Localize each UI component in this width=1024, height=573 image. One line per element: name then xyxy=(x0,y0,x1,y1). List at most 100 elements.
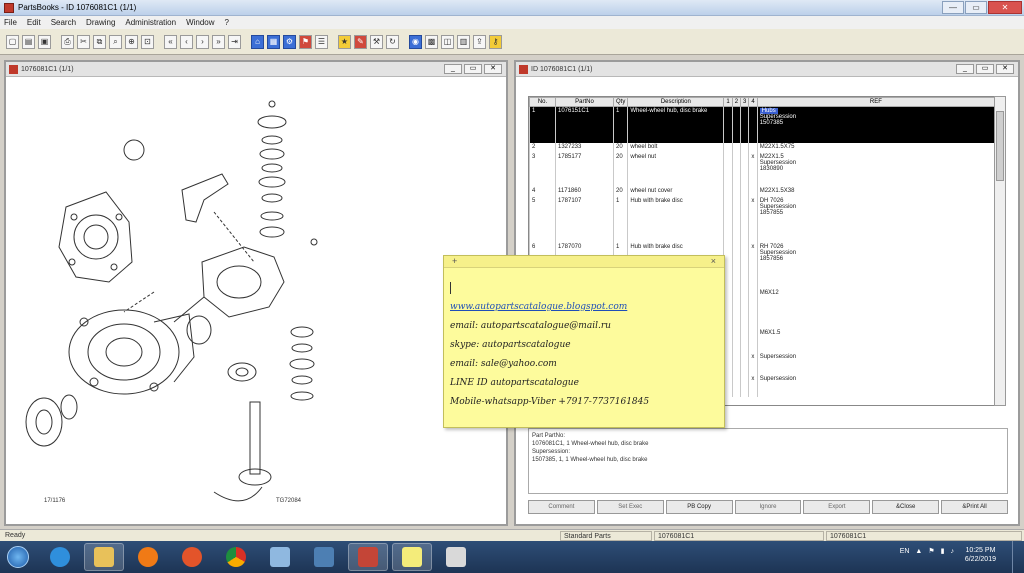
pb-copy-button[interactable]: PB Copy xyxy=(665,500,733,514)
pane-minimize-button[interactable]: _ xyxy=(444,64,462,74)
table-scrollbar[interactable] xyxy=(994,96,1006,406)
new-icon[interactable]: ▢ xyxy=(6,34,19,49)
cut-icon[interactable]: ✂ xyxy=(77,34,90,49)
col-qty[interactable]: Qty xyxy=(612,97,629,107)
pane-close-button[interactable]: ✕ xyxy=(484,64,502,74)
copy-icon[interactable]: ⧉ xyxy=(93,34,106,49)
print-icon[interactable]: ⎙ xyxy=(61,34,74,49)
window-icon[interactable]: ▥ xyxy=(457,34,470,49)
show-desktop-button[interactable] xyxy=(1012,541,1024,573)
maximize-button[interactable]: ▭ xyxy=(965,1,987,14)
scrollbar-thumb[interactable] xyxy=(996,111,1004,181)
last-icon[interactable]: » xyxy=(212,34,225,49)
taskbar-ie[interactable] xyxy=(40,543,80,571)
col-partno[interactable]: PartNo xyxy=(555,97,614,107)
key-icon[interactable]: ⚷ xyxy=(489,34,502,49)
prev-icon[interactable]: ‹ xyxy=(180,34,193,49)
ignore-button[interactable]: Ignore xyxy=(734,500,802,514)
flag-icon[interactable]: ⚑ xyxy=(299,34,312,49)
zoom-icon[interactable]: ⊕ xyxy=(125,34,138,49)
taskbar-firefox[interactable] xyxy=(172,543,212,571)
set-exec-button[interactable]: Set Exec xyxy=(596,500,664,514)
col-2[interactable]: 2 xyxy=(731,97,742,107)
taskbar-app[interactable] xyxy=(304,543,344,571)
pane-close-button[interactable]: ✕ xyxy=(996,64,1014,74)
next-icon[interactable]: › xyxy=(196,34,209,49)
taskbar-sticky-notes[interactable] xyxy=(392,543,432,571)
taskbar-explorer[interactable] xyxy=(84,543,124,571)
flag-tray-icon[interactable]: ⚑ xyxy=(928,547,934,555)
globe-icon[interactable]: ◉ xyxy=(409,34,422,49)
open-icon[interactable]: ▤ xyxy=(22,34,35,49)
close-button[interactable]: ✕ xyxy=(988,1,1022,14)
drawing-pane-header: 1076081C1 (1/1) _ ▭ ✕ xyxy=(6,62,506,77)
table-row[interactable]: 1 1076151C1 1 Wheel-wheel hub, disc brak… xyxy=(529,106,995,143)
volume-icon[interactable]: ♪ xyxy=(951,548,955,555)
col-1[interactable]: 1 xyxy=(723,97,733,107)
menu-window[interactable]: Window xyxy=(186,18,214,27)
cell-qty: 1 xyxy=(612,196,629,243)
language-indicator[interactable]: EN xyxy=(900,548,910,555)
menu-search[interactable]: Search xyxy=(51,18,76,27)
menu-file[interactable]: File xyxy=(4,18,17,27)
refresh-icon[interactable]: ↻ xyxy=(386,34,399,49)
col-ref[interactable]: REF xyxy=(756,97,995,107)
menu-bar: File Edit Search Drawing Administration … xyxy=(0,16,1024,29)
settings-icon[interactable]: ⚙ xyxy=(283,34,296,49)
clock[interactable]: 10:25 PM 6/22/2019 xyxy=(965,546,996,564)
col-3[interactable]: 3 xyxy=(740,97,750,107)
search-icon[interactable]: ⌕ xyxy=(109,34,122,49)
table-row[interactable]: 2 1327233 20 wheel bolt M22X1.5X75 xyxy=(529,142,995,153)
menu-edit[interactable]: Edit xyxy=(27,18,41,27)
minimize-button[interactable]: — xyxy=(942,1,964,14)
windows-logo-icon xyxy=(7,546,29,568)
taskbar-media[interactable] xyxy=(128,543,168,571)
taskbar-chrome[interactable] xyxy=(216,543,256,571)
close-list-button[interactable]: &Close xyxy=(872,500,940,514)
start-button[interactable] xyxy=(0,542,36,572)
pane-minimize-button[interactable]: _ xyxy=(956,64,974,74)
sticky-note-body[interactable]: www.autopartscatalogue.blogspot.com emai… xyxy=(444,268,724,416)
print-all-button[interactable]: &Print All xyxy=(941,500,1009,514)
system-tray: EN ▲ ⚑ ▮ ♪ xyxy=(900,547,955,556)
col-description[interactable]: Description xyxy=(627,97,725,107)
save-icon[interactable]: ▣ xyxy=(38,34,51,49)
bookmark-icon[interactable]: ★ xyxy=(338,34,351,49)
table-row[interactable]: 4 1171860 20 wheel nut cover M22X1.5X38 xyxy=(529,186,995,197)
table-row[interactable]: 5 1787107 1 Hub with brake disc x DH 702… xyxy=(529,196,995,243)
catalog-icon[interactable]: ▦ xyxy=(267,34,280,49)
menu-administration[interactable]: Administration xyxy=(125,18,176,27)
grid-icon[interactable]: ▩ xyxy=(425,34,438,49)
taskbar-tools[interactable] xyxy=(436,543,476,571)
table-row[interactable]: 3 1785177 20 wheel nut x M22X1.5 Superses… xyxy=(529,152,995,187)
fit-icon[interactable]: ⊡ xyxy=(141,34,154,49)
add-note-icon[interactable]: + xyxy=(452,256,457,266)
export-icon[interactable]: ⇪ xyxy=(473,34,486,49)
pane-maximize-button[interactable]: ▭ xyxy=(464,64,482,74)
list-icon[interactable]: ☰ xyxy=(315,34,328,49)
layout-icon[interactable]: ◫ xyxy=(441,34,454,49)
menu-help[interactable]: ? xyxy=(225,18,229,27)
export-button[interactable]: Export xyxy=(803,500,871,514)
tools-icon[interactable]: ⚒ xyxy=(370,34,383,49)
taskbar-window[interactable] xyxy=(260,543,300,571)
network-tray-icon[interactable]: ▮ xyxy=(941,547,945,555)
pane-maximize-button[interactable]: ▭ xyxy=(976,64,994,74)
taskbar-partsbooks[interactable] xyxy=(348,543,388,571)
goto-icon[interactable]: ⇥ xyxy=(228,34,241,49)
note-website-link[interactable]: www.autopartscatalogue.blogspot.com xyxy=(450,302,718,321)
cell-flag xyxy=(748,106,758,143)
col-no[interactable]: No. xyxy=(529,97,556,107)
sticky-note[interactable]: + × www.autopartscatalogue.blogspot.com … xyxy=(443,255,725,428)
menu-drawing[interactable]: Drawing xyxy=(86,18,115,27)
cell-ref: M22X1.5 Supersession 1830890 xyxy=(756,152,995,187)
close-note-icon[interactable]: × xyxy=(711,256,716,266)
exploded-parts-diagram[interactable]: 17/1176 TG72084 xyxy=(14,82,500,522)
comment-button[interactable]: Comment xyxy=(528,500,595,514)
col-4[interactable]: 4 xyxy=(748,97,758,107)
tray-arrow-icon[interactable]: ▲ xyxy=(915,548,922,555)
first-icon[interactable]: « xyxy=(164,34,177,49)
home-icon[interactable]: ⌂ xyxy=(251,34,264,49)
media-player-icon xyxy=(138,547,158,567)
pen-icon[interactable]: ✎ xyxy=(354,34,367,49)
